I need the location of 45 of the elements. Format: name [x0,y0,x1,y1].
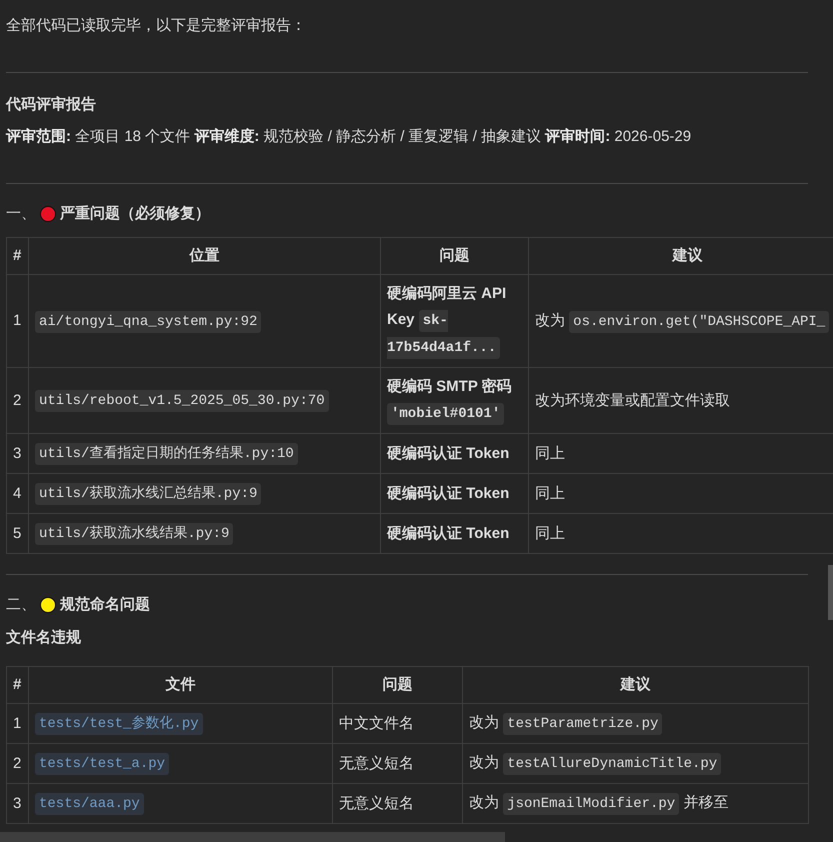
table-cell: tests/test_a.py [28,744,332,784]
table-cell: 4 [6,474,28,514]
table-cell: utils/reboot_v1.5_2025_05_30.py:70 [28,368,380,434]
report-meta: 评审范围: 全项目 18 个文件 评审维度: 规范校验 / 静态分析 / 重复逻辑 / 抽象建议 评审时间: 2026-05-29 [6,127,692,147]
table-cell: tests/aaa.py [28,784,332,824]
table-cell: 硬编码阿里云 API Key sk-17b54d4a1f... [380,274,528,368]
subsection-heading: 文件名违规 [6,628,82,648]
column-header: # [6,666,28,704]
column-header: 建议 [462,666,808,704]
table-cell: utils/查看指定日期的任务结果.py:10 [28,434,380,474]
table-cell: 3 [6,784,28,824]
table-cell: 1 [6,274,28,368]
table-cell: 改为 testAllureDynamicTitle.py [462,744,808,784]
table-cell: 2 [6,368,28,434]
table-cell: 硬编码认证 Token [380,474,528,514]
scrollbar-thumb[interactable] [828,565,833,620]
table-cell: 2 [6,744,28,784]
column-header: 问题 [332,666,462,704]
table-cell: 硬编码 SMTP 密码 'mobiel#0101' [380,368,528,434]
column-header: 位置 [28,238,380,274]
section-number: 一、 [6,204,36,223]
table-cell: 3 [6,434,28,474]
column-header: 文件 [28,666,332,704]
table-cell: 无意义短名 [332,784,462,824]
column-header: # [6,238,28,274]
table-cell: 硬编码认证 Token [380,434,528,474]
table-cell: tests/test_参数化.py [28,704,332,744]
table-cell: 改为 jsonEmailModifier.py 并移至 [462,784,808,824]
column-header: 建议 [528,238,833,274]
table-cell: 硬编码认证 Token [380,514,528,554]
table-cell: utils/获取流水线结果.py:9 [28,514,380,554]
table-cell: ai/tongyi_qna_system.py:92 [28,274,380,368]
table-cell: utils/获取流水线汇总结果.py:9 [28,474,380,514]
intro-text: 全部代码已读取完毕，以下是完整评审报告： [6,16,307,36]
section-number: 二、 [6,595,36,614]
section-heading: 严重问题（必须修复） [60,204,210,223]
table-cell: 中文文件名 [332,704,462,744]
section-heading: 规范命名问题 [60,595,150,614]
table-cell: 改为 testParametrize.py [462,704,808,744]
table-cell: 1 [6,704,28,744]
column-header: 问题 [380,238,528,274]
scrollbar-thumb[interactable] [0,832,505,842]
report-title: 代码评审报告 [6,95,97,115]
table-cell: 无意义短名 [332,744,462,784]
table-cell: 5 [6,514,28,554]
